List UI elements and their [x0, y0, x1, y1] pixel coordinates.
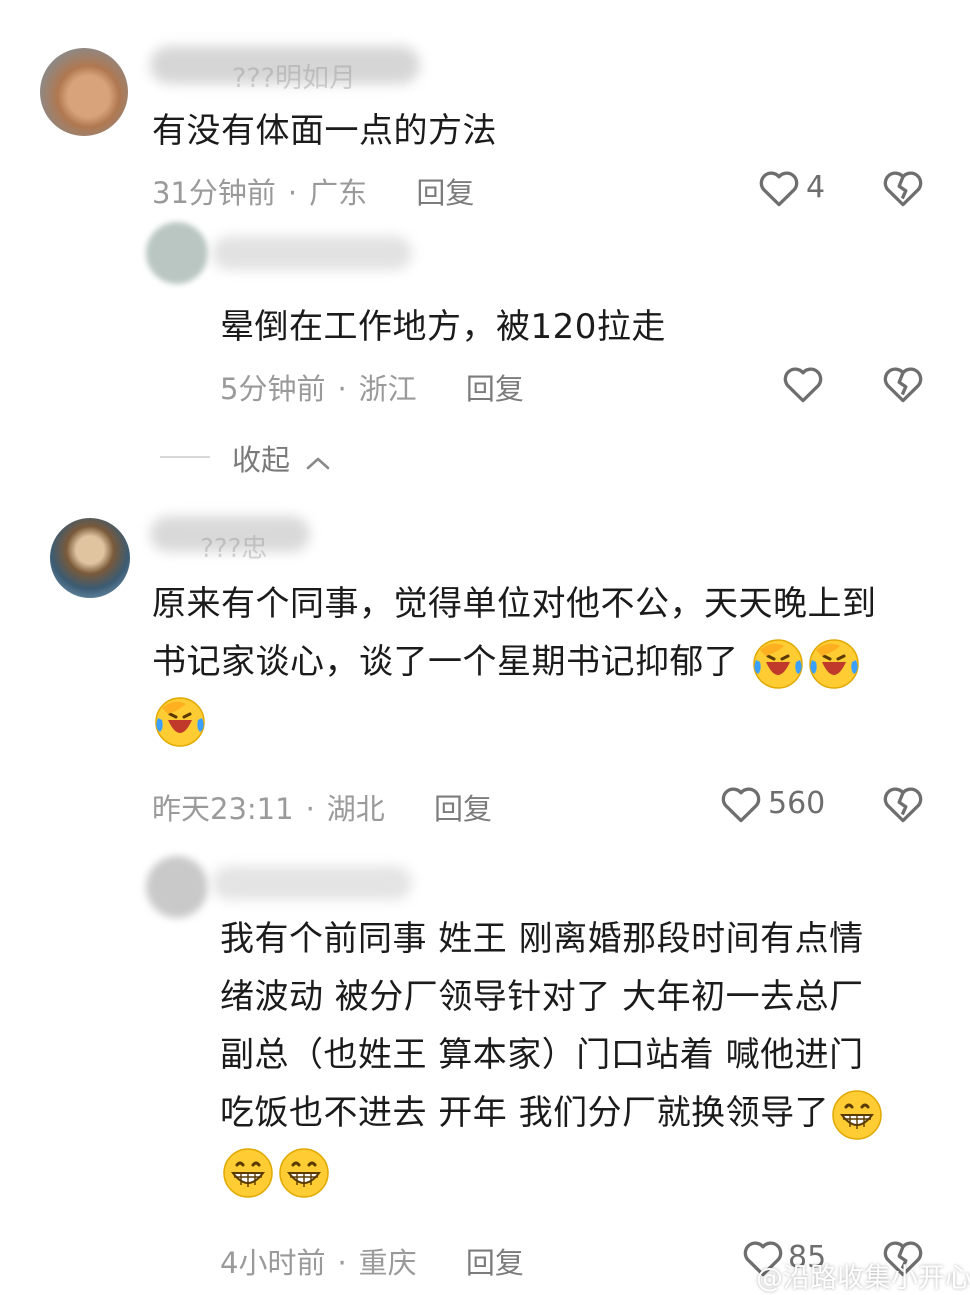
- reply-location: 重庆: [358, 1246, 417, 1280]
- collapse-button[interactable]: 收起: [232, 437, 331, 479]
- avatar[interactable]: [40, 48, 128, 136]
- reply-button[interactable]: 回复: [466, 1246, 524, 1280]
- reply-text: 我有个前同事 姓王 刚离婚那段时间有点情 绪波动 被分厂领导针对了 大年初一去总…: [220, 910, 950, 1201]
- collapse-label: 收起: [232, 443, 291, 477]
- broken-heart-icon[interactable]: [882, 364, 924, 404]
- reply-text-fragment: 吃饭也不进去 开年 我们分厂就换领导了: [220, 1093, 830, 1133]
- laughing-crying-emoji: [806, 636, 862, 692]
- reply-location: 浙江: [358, 372, 417, 406]
- laughing-crying-emoji: [750, 636, 806, 692]
- reply-time: 4小时前: [220, 1246, 326, 1280]
- heart-outline-icon[interactable]: [720, 784, 762, 824]
- reply-button[interactable]: 回复: [466, 372, 524, 406]
- username[interactable]: ???忠: [200, 528, 267, 565]
- broken-heart-icon[interactable]: [882, 168, 924, 208]
- reply-text-line: 我有个前同事 姓王 刚离婚那段时间有点情: [220, 919, 864, 959]
- meta-separator: ·: [305, 792, 315, 826]
- reply-text-line: 吃饭也不进去 开年 我们分厂就换领导了: [220, 1084, 950, 1143]
- comment-text: 有没有体面一点的方法: [152, 111, 497, 151]
- watermark: @沿路收集小开心: [722, 1256, 970, 1295]
- reply-button[interactable]: 回复: [416, 176, 474, 210]
- reply-button[interactable]: 回复: [434, 792, 492, 826]
- comment-time: 昨天23:11: [152, 792, 294, 826]
- username-blurred[interactable]: [212, 866, 412, 900]
- reply-text: 晕倒在工作地方，被120拉走: [220, 307, 666, 347]
- grinning-emoji: [276, 1145, 332, 1201]
- reply-text-line: 副总（也姓王 算本家）门口站着 喊他进门: [220, 1035, 864, 1075]
- weibo-logo-icon: [722, 1264, 752, 1295]
- meta-separator: ·: [337, 372, 347, 406]
- comment-text-line: [152, 692, 942, 751]
- avatar[interactable]: [50, 518, 130, 598]
- comment-location: 湖北: [326, 792, 385, 826]
- username[interactable]: ???明如月: [232, 56, 356, 95]
- comment-meta: 昨天23:11 · 湖北 回复: [152, 786, 492, 828]
- like-count: 560: [768, 786, 826, 821]
- watermark-text: @沿路收集小开心: [756, 1263, 970, 1294]
- grinning-emoji: [829, 1087, 885, 1143]
- grinning-emoji: [220, 1145, 276, 1201]
- reply-meta: 4小时前 · 重庆 回复: [220, 1240, 524, 1282]
- chevron-up-icon: [305, 445, 331, 479]
- comment-time: 31分钟前: [152, 176, 276, 210]
- meta-separator: ·: [337, 1246, 347, 1280]
- comment-meta: 31分钟前 · 广东 回复: [152, 170, 474, 212]
- reply-text-line: [220, 1143, 950, 1202]
- laughing-crying-emoji: [152, 694, 208, 750]
- reply-text-line: 绪波动 被分厂领导针对了 大年初一去总厂: [220, 977, 864, 1017]
- like-count: 4: [806, 170, 826, 205]
- heart-outline-icon[interactable]: [782, 364, 824, 404]
- reply-time: 5分钟前: [220, 372, 326, 406]
- comment-text-line: 书记家谈心，谈了一个星期书记抑郁了: [152, 633, 942, 692]
- comment-location: 广东: [309, 176, 368, 210]
- avatar[interactable]: [146, 222, 208, 284]
- meta-separator: ·: [287, 176, 298, 210]
- comment-text-line: 原来有个同事，觉得单位对他不公，天天晚上到: [152, 584, 877, 624]
- collapse-divider: [160, 456, 210, 458]
- comment-text: 原来有个同事，觉得单位对他不公，天天晚上到 书记家谈心，谈了一个星期书记抑郁了: [152, 575, 942, 750]
- comment-text-fragment: 书记家谈心，谈了一个星期书记抑郁了: [152, 642, 739, 682]
- username-blurred[interactable]: [212, 236, 412, 270]
- broken-heart-icon[interactable]: [882, 784, 924, 824]
- reply-meta: 5分钟前 · 浙江 回复: [220, 366, 524, 408]
- heart-outline-icon[interactable]: [758, 168, 800, 208]
- avatar[interactable]: [146, 856, 208, 918]
